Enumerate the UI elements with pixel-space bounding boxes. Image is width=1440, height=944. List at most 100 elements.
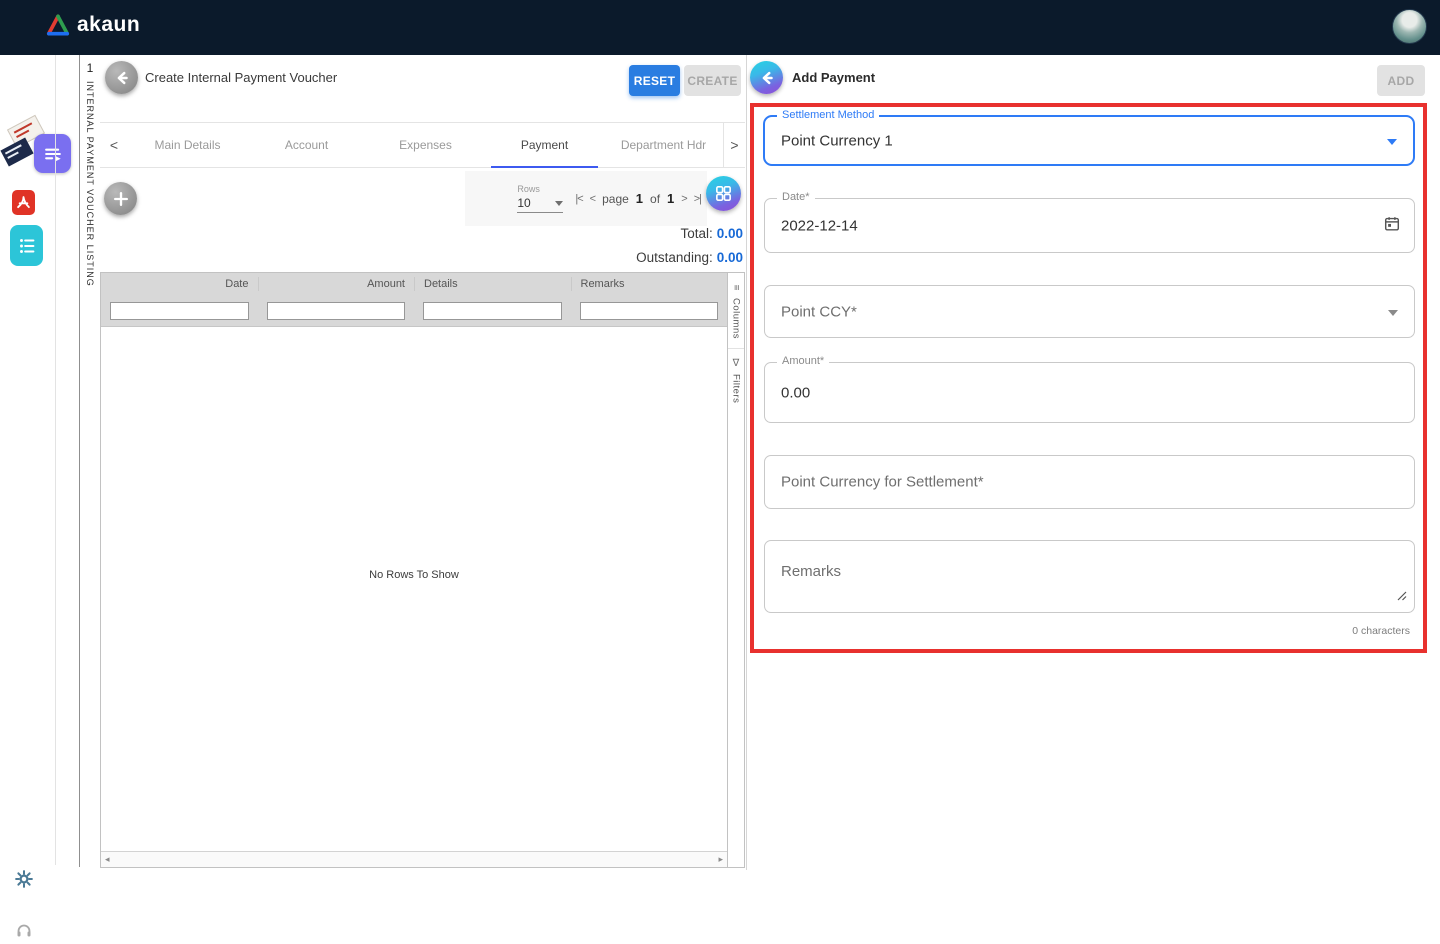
page-total: 1: [667, 191, 674, 206]
reset-button[interactable]: RESET: [629, 65, 680, 96]
filter-input-details[interactable]: [423, 302, 562, 320]
outstanding-label: Outstanding:: [636, 250, 713, 265]
prev-page-icon[interactable]: <: [590, 193, 595, 205]
grid-icon: [714, 184, 733, 203]
scroll-right-icon[interactable]: ▸: [718, 854, 723, 865]
point-currency-for-settlement-label: Point Currency for Settlement*: [781, 474, 984, 491]
page-current: 1: [636, 191, 643, 206]
grid-view-button[interactable]: [706, 176, 741, 211]
left-icon-rail: [0, 55, 55, 900]
tabs-bar: < Main Details Account Expenses Payment …: [100, 122, 745, 168]
grid-horizontal-scrollbar[interactable]: ◂ ▸: [101, 851, 727, 867]
back-arrow-icon: [113, 69, 131, 87]
add-payment-panel: Add Payment ADD Settlement Method Point …: [747, 55, 1440, 900]
of-word: of: [650, 192, 660, 206]
filter-input-date[interactable]: [110, 302, 249, 320]
date-input[interactable]: Date* 2022-12-14: [764, 198, 1415, 253]
point-ccy-label: Point CCY*: [781, 303, 857, 320]
vertical-tab-index: 1: [80, 61, 100, 75]
add-payment-back-button[interactable]: [750, 61, 783, 94]
total-label: Total:: [680, 226, 712, 241]
tab-department-hdr[interactable]: Department Hdr: [604, 123, 723, 167]
settlement-method-value: Point Currency 1: [781, 132, 893, 149]
create-button[interactable]: CREATE: [684, 65, 741, 96]
resize-handle-icon[interactable]: [1397, 588, 1407, 606]
rows-value: 10: [517, 196, 530, 210]
tabs-scroll-left-icon[interactable]: <: [100, 123, 128, 167]
columns-icon: ≡: [731, 285, 742, 291]
add-payment-title: Add Payment: [792, 70, 875, 85]
akaun-triangle-icon: [45, 13, 71, 37]
grid-toolbar: Rows 10 |< < page 1 of 1 > >|: [100, 168, 745, 228]
scroll-left-icon[interactable]: ◂: [105, 854, 110, 865]
amount-input[interactable]: Amount* 0.00: [764, 362, 1415, 423]
character-counter: 0 characters: [1352, 625, 1410, 637]
filter-input-amount[interactable]: [267, 302, 406, 320]
filters-tool-label: Filters: [731, 374, 742, 403]
settings-gear-icon[interactable]: [15, 870, 33, 888]
app-logo: akaun: [45, 13, 140, 37]
remarks-label: Remarks: [781, 563, 841, 580]
logo-text: akaun: [77, 13, 140, 37]
last-page-icon[interactable]: >|: [694, 193, 701, 205]
total-value: 0.00: [717, 226, 743, 241]
tab-main-details[interactable]: Main Details: [128, 123, 247, 167]
rows-caret-icon: [555, 201, 563, 206]
calendar-icon[interactable]: [1383, 214, 1401, 237]
filter-input-remarks[interactable]: [580, 302, 719, 320]
back-button[interactable]: [105, 61, 138, 94]
outstanding-line: Outstanding: 0.00: [636, 246, 743, 270]
settlement-method-label: Settlement Method: [777, 109, 879, 121]
point-ccy-select[interactable]: Point CCY*: [764, 285, 1415, 338]
add-row-button[interactable]: [104, 182, 137, 215]
listing-app-icon[interactable]: [10, 225, 43, 266]
totals-summary: Total: 0.00 Outstanding: 0.00: [636, 222, 743, 270]
first-page-icon[interactable]: |<: [575, 193, 582, 205]
grid-header-row: Date Amount Details Remarks: [101, 273, 727, 295]
tab-account[interactable]: Account: [247, 123, 366, 167]
next-page-icon[interactable]: >: [681, 193, 686, 205]
payments-grid: Date Amount Details Remarks No Rows To S…: [100, 272, 745, 868]
grid-body: No Rows To Show: [101, 326, 727, 851]
vertical-tab-internal-payment-voucher-listing[interactable]: 1 INTERNAL PAYMENT VOUCHER LISTING: [79, 55, 100, 867]
pdf-reader-app-icon[interactable]: [12, 190, 35, 215]
create-internal-payment-voucher-panel: Create Internal Payment Voucher RESET CR…: [100, 55, 745, 900]
settlement-method-select[interactable]: Settlement Method Point Currency 1: [763, 115, 1415, 166]
amount-value: 0.00: [781, 384, 810, 401]
date-value: 2022-12-14: [781, 217, 858, 234]
support-headset-icon[interactable]: [15, 921, 33, 939]
column-header-amount[interactable]: Amount: [258, 277, 415, 291]
grid-side-toolbar: ≡ Columns ∇ Filters: [727, 273, 744, 867]
playlist-app-icon[interactable]: [34, 134, 71, 173]
plus-icon: [112, 190, 130, 208]
pagination-block: Rows 10 |< < page 1 of 1 > >|: [465, 171, 707, 226]
dropdown-caret-icon: [1387, 139, 1397, 145]
user-avatar[interactable]: [1392, 9, 1427, 44]
amount-label: Amount*: [777, 355, 829, 367]
highlighted-form-region: Settlement Method Point Currency 1 Date*…: [750, 103, 1427, 653]
remarks-textarea[interactable]: Remarks: [764, 540, 1415, 613]
outstanding-value: 0.00: [717, 250, 743, 265]
rows-label: Rows: [517, 184, 563, 194]
tabs-scroll-right-icon[interactable]: >: [723, 123, 745, 167]
column-header-date[interactable]: Date: [101, 277, 258, 291]
top-app-bar: akaun: [0, 0, 1440, 55]
column-header-details[interactable]: Details: [414, 277, 571, 291]
columns-tool-label: Columns: [731, 298, 742, 339]
filters-tool-button[interactable]: ∇ Filters: [728, 349, 744, 412]
rows-per-page-select[interactable]: Rows 10: [517, 184, 563, 213]
date-label: Date*: [777, 191, 815, 203]
add-button[interactable]: ADD: [1377, 65, 1425, 96]
vertical-tab-label: INTERNAL PAYMENT VOUCHER LISTING: [85, 81, 95, 287]
grid-filter-row: [101, 295, 727, 326]
tab-payment[interactable]: Payment: [485, 123, 604, 167]
back-arrow-icon: [758, 69, 776, 87]
filter-funnel-icon: ∇: [733, 358, 740, 369]
column-header-remarks[interactable]: Remarks: [571, 277, 728, 291]
tab-expenses[interactable]: Expenses: [366, 123, 485, 167]
columns-tool-button[interactable]: ≡ Columns: [728, 273, 744, 349]
pagination-controls: |< < page 1 of 1 > >|: [575, 191, 701, 206]
total-line: Total: 0.00: [636, 222, 743, 246]
point-currency-for-settlement-input[interactable]: Point Currency for Settlement*: [764, 455, 1415, 509]
page-title: Create Internal Payment Voucher: [145, 70, 337, 85]
